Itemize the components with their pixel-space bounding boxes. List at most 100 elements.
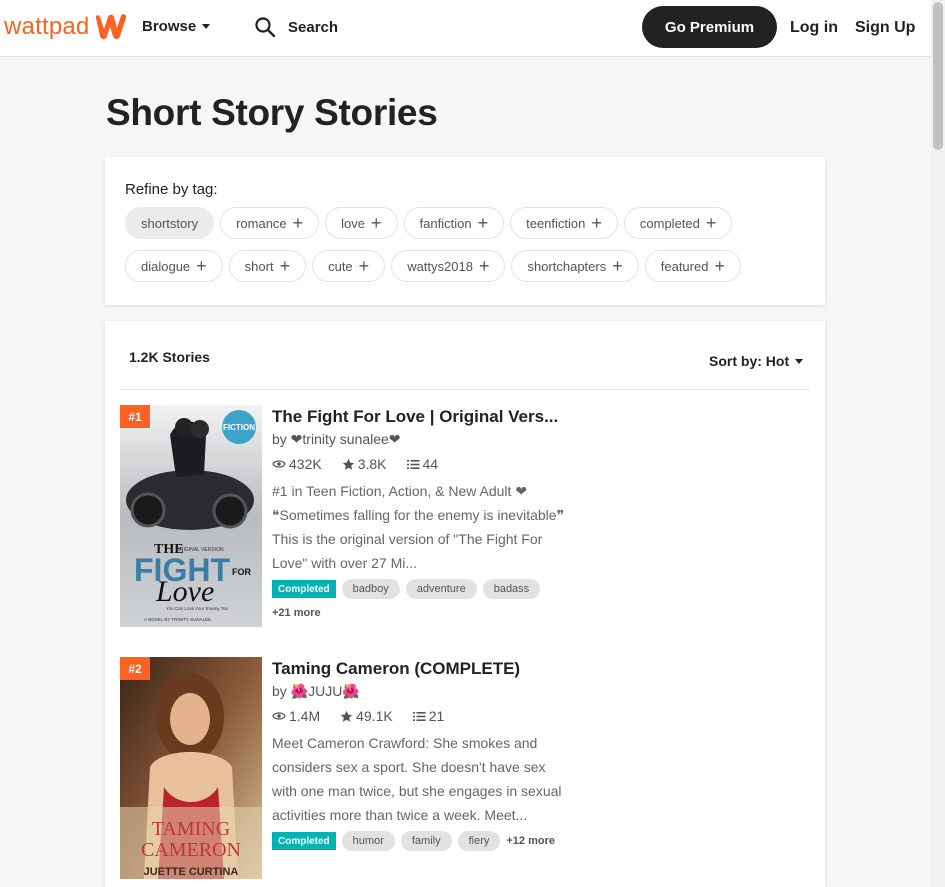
story-item: TAMING CAMERON JUETTE CURTINA #2 Taming …: [120, 657, 810, 879]
rank-badge: #2: [120, 657, 150, 680]
story-title[interactable]: The Fight For Love | Original Vers...: [272, 405, 567, 429]
tag-featured[interactable]: featured +: [644, 250, 741, 282]
rank-badge: #1: [120, 405, 150, 428]
story-tags: Completed badboy adventure badass: [272, 579, 567, 599]
plus-icon: +: [358, 256, 370, 276]
story-tag[interactable]: fiery: [457, 831, 501, 851]
votes-stat: 3.8K: [342, 456, 387, 472]
eye-icon: [272, 712, 286, 720]
tag-wattys2018[interactable]: wattys2018 +: [391, 250, 506, 282]
tag-shortstory[interactable]: shortstory: [125, 207, 215, 239]
star-icon: [342, 458, 354, 470]
plus-icon: +: [478, 256, 490, 276]
list-icon: [412, 711, 426, 721]
tag-fanfiction[interactable]: fanfiction +: [403, 207, 505, 239]
plus-icon: +: [591, 213, 602, 233]
wattpad-logo[interactable]: wattpad: [4, 12, 129, 42]
more-tags-link[interactable]: +12 more: [506, 835, 555, 847]
search-icon: [255, 17, 276, 38]
story-stats: 1.4M 49.1K 21: [272, 707, 567, 725]
story-tag[interactable]: humor: [341, 831, 395, 851]
tag-row: shortstory romance + love + fanfiction + te…: [125, 207, 733, 239]
tag-romance[interactable]: romance +: [220, 207, 320, 239]
login-link[interactable]: Log in: [790, 19, 838, 37]
story-cover[interactable]: FICTION THE ORIGINAL VERSION FIGHT FOR L…: [120, 405, 262, 627]
story-tag[interactable]: family: [400, 831, 452, 851]
story-description: Meet Cameron Crawford: She smokes and co…: [272, 735, 562, 823]
refine-label: Refine by tag:: [125, 181, 218, 198]
completed-badge: Completed: [272, 580, 336, 598]
tag-short[interactable]: short +: [228, 250, 307, 282]
tag-dialogue[interactable]: dialogue +: [125, 250, 223, 282]
star-icon: [340, 710, 353, 722]
svg-text:CAMERON: CAMERON: [141, 839, 241, 861]
search-label: Search: [288, 18, 339, 36]
logo-text: wattpad: [4, 13, 90, 40]
tag-completed[interactable]: completed +: [623, 207, 733, 239]
story-tag[interactable]: badboy: [341, 579, 400, 599]
signup-link[interactable]: Sign Up: [855, 19, 915, 37]
tag-cute[interactable]: cute +: [312, 250, 386, 282]
story-item: FICTION THE ORIGINAL VERSION FIGHT FOR L…: [120, 405, 810, 627]
story-info: Taming Cameron (COMPLETE) by 🌺JUJU🌺 1.4M…: [272, 657, 567, 851]
plus-icon: +: [612, 256, 623, 276]
caret-down-icon: [202, 24, 211, 29]
go-premium-button[interactable]: Go Premium: [642, 6, 777, 48]
story-author[interactable]: by ❤trinity sunalee❤: [272, 430, 567, 448]
plus-icon: +: [279, 256, 291, 276]
sort-dropdown[interactable]: Sort by: Hot: [709, 353, 804, 369]
plus-icon: +: [477, 213, 489, 233]
story-title[interactable]: Taming Cameron (COMPLETE): [272, 657, 567, 681]
reads-stat: 1.4M: [272, 708, 320, 724]
svg-text:JUETTE CURTINA: JUETTE CURTINA: [144, 866, 239, 878]
tag-shortchapters[interactable]: shortchapters +: [511, 250, 639, 282]
eye-icon: [272, 460, 286, 468]
story-tags: Completed humor family fiery +12 more: [272, 831, 567, 851]
story-tag[interactable]: badass: [482, 579, 541, 599]
plus-icon: +: [714, 256, 725, 276]
svg-text:FICTION: FICTION: [223, 423, 255, 432]
story-info: The Fight For Love | Original Vers... by…: [272, 405, 567, 619]
scroll-thumb[interactable]: [933, 2, 943, 150]
list-icon: [406, 459, 420, 469]
tag-love[interactable]: love +: [325, 207, 398, 239]
browse-menu[interactable]: Browse: [142, 18, 211, 35]
stories-panel: 1.2K Stories Sort by: Hot FICTION THE OR…: [105, 321, 825, 887]
page-title: Short Story Stories: [106, 92, 438, 133]
parts-stat: 44: [406, 456, 438, 472]
divider: [120, 389, 810, 390]
story-count: 1.2K Stories: [129, 349, 210, 365]
cover-image: TAMING CAMERON JUETTE CURTINA: [120, 657, 262, 879]
more-tags-link[interactable]: +21 more: [272, 607, 567, 619]
svg-text:Love: Love: [155, 575, 214, 608]
story-tag[interactable]: adventure: [405, 579, 477, 599]
story-author[interactable]: by 🌺JUJU🌺: [272, 682, 567, 700]
flower-icon: 🌺: [290, 683, 309, 699]
story-stats: 432K 3.8K 44: [272, 455, 567, 473]
svg-text:FOR: FOR: [232, 567, 251, 577]
flower-icon: 🌺: [342, 683, 360, 699]
plus-icon: +: [196, 256, 207, 276]
refine-panel: Refine by tag: shortstory romance + love +…: [105, 157, 825, 305]
reads-stat: 432K: [272, 456, 322, 472]
top-nav: wattpad Browse Search Go Premium Log in …: [0, 0, 931, 57]
browse-label: Browse: [142, 18, 197, 35]
story-cover[interactable]: TAMING CAMERON JUETTE CURTINA #2: [120, 657, 262, 879]
svg-text:TAMING: TAMING: [152, 818, 230, 840]
plus-icon: +: [292, 213, 304, 233]
wattpad-w-icon: [96, 14, 127, 39]
completed-badge: Completed: [272, 832, 336, 850]
search-button[interactable]: Search: [254, 16, 338, 38]
story-description: #1 in Teen Fiction, Action, & New Adult …: [272, 483, 565, 571]
svg-text:A NOVEL BY TRINITY SUNALEE: A NOVEL BY TRINITY SUNALEE: [144, 617, 211, 622]
parts-stat: 21: [412, 708, 444, 724]
votes-stat: 49.1K: [340, 708, 393, 724]
tag-row: dialogue + short + cute + wattys2018 + short…: [125, 250, 741, 282]
cover-image: FICTION THE ORIGINAL VERSION FIGHT FOR L…: [120, 405, 262, 627]
page-scrollbar[interactable]: [931, 0, 945, 887]
plus-icon: +: [371, 213, 382, 233]
tag-teenfiction[interactable]: teenfiction +: [510, 207, 618, 239]
caret-down-icon: [795, 358, 804, 364]
plus-icon: +: [705, 213, 717, 233]
sort-label: Sort by: Hot: [709, 353, 790, 369]
